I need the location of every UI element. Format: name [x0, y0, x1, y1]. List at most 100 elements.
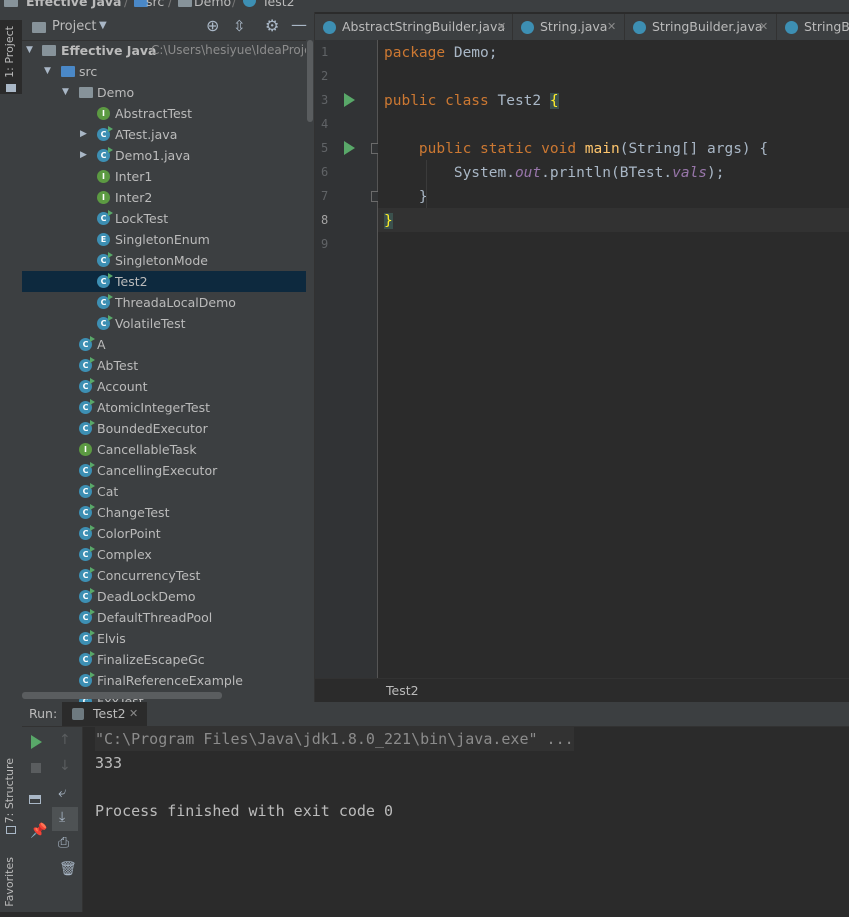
- tab-string[interactable]: String.java ✕: [513, 14, 625, 40]
- tree-item[interactable]: C AbTest: [22, 355, 306, 376]
- console-output-line: 333: [95, 754, 123, 772]
- restore-layout-button[interactable]: [22, 788, 48, 812]
- tree-item[interactable]: I AbstractTest: [22, 103, 306, 124]
- tree-item[interactable]: I CancellableTask: [22, 439, 306, 460]
- print-icon: ⎙: [58, 835, 70, 851]
- tree-item[interactable]: E SingletonEnum: [22, 229, 306, 250]
- stop-button[interactable]: [22, 756, 48, 780]
- collapsed-arrow-icon[interactable]: ▶: [80, 145, 90, 166]
- expanded-arrow-icon[interactable]: ▼: [62, 82, 72, 103]
- tab-abstract-string-builder[interactable]: AbstractStringBuilder.java ✕: [315, 14, 513, 40]
- tree-item[interactable]: C DeadLockDemo: [22, 586, 306, 607]
- pin-tab-button[interactable]: 📌: [22, 821, 48, 845]
- hide-panel-icon[interactable]: —: [291, 15, 307, 34]
- tree-src-folder[interactable]: ▼ src: [22, 61, 306, 82]
- tree-item[interactable]: C FinalizeEscapeGc: [22, 649, 306, 670]
- class-icon: C: [97, 126, 113, 141]
- tree-demo-package[interactable]: ▼ Demo: [22, 82, 306, 103]
- tree-item[interactable]: C Complex: [22, 544, 306, 565]
- code-text: );: [707, 165, 725, 181]
- tree-item[interactable]: C ChangeTest: [22, 502, 306, 523]
- tab-string-builder[interactable]: StringBuilder.java ✕: [625, 14, 777, 40]
- tree-item-label: ATest.java: [115, 127, 178, 142]
- console-toolbar: ↑ ↓ ⤶ ⤓ ⎙ 🗑: [48, 727, 83, 912]
- project-name: Effective Java: [61, 43, 157, 58]
- scroll-to-end-button[interactable]: ⤓: [52, 807, 78, 831]
- close-icon[interactable]: ✕: [607, 14, 616, 40]
- tree-item[interactable]: CA: [22, 334, 306, 355]
- tree-item-label: AbTest: [97, 358, 139, 373]
- tree-root-project[interactable]: ▼ Effective Java C:\Users\hesiyue\IdeaPr…: [22, 40, 314, 61]
- rerun-button[interactable]: [22, 730, 48, 754]
- close-icon[interactable]: ✕: [497, 14, 506, 40]
- tree-item[interactable]: C Cat: [22, 481, 306, 502]
- breadcrumb-project[interactable]: Effective Java: [26, 0, 121, 9]
- structure-tool-tab[interactable]: 7: Structure: [0, 752, 22, 842]
- tree-item[interactable]: C BoundedExecutor: [22, 418, 306, 439]
- interface-icon: I: [97, 170, 110, 183]
- expanded-arrow-icon[interactable]: ▼: [44, 61, 54, 82]
- tree-item[interactable]: C Elvis: [22, 628, 306, 649]
- project-tool-tab[interactable]: 1: Project: [0, 20, 22, 94]
- tree-item[interactable]: C FinalReferenceExample: [22, 670, 306, 691]
- code-text: System.: [384, 165, 515, 181]
- tree-item[interactable]: C VolatileTest: [22, 313, 306, 334]
- locate-icon[interactable]: ⊕: [206, 16, 219, 35]
- tree-item[interactable]: ▶ C ATest.java: [22, 124, 306, 145]
- line-number: 4: [321, 117, 329, 131]
- interface-icon: I: [97, 191, 110, 204]
- class-icon: C: [97, 252, 113, 267]
- tree-item[interactable]: C DefaultThreadPool: [22, 607, 306, 628]
- project-view-dropdown[interactable]: Project: [52, 19, 96, 34]
- close-icon[interactable]: ✕: [759, 14, 768, 40]
- tree-item[interactable]: C CancellingExecutor: [22, 460, 306, 481]
- tree-item[interactable]: I Inter2: [22, 187, 306, 208]
- tree-item-label: A: [97, 337, 106, 352]
- breadcrumb-demo[interactable]: Demo: [194, 0, 231, 9]
- tree-item[interactable]: C ColorPoint: [22, 523, 306, 544]
- tree-item-label: Demo1.java: [115, 148, 191, 163]
- tree-item[interactable]: ▶ C Demo1.java: [22, 145, 306, 166]
- breadcrumb-file[interactable]: Test2: [262, 0, 295, 9]
- pin-icon: 📌: [30, 823, 48, 839]
- chevron-down-icon[interactable]: ▼: [99, 20, 107, 31]
- console-output[interactable]: "C:\Program Files\Java\jdk1.8.0_221\bin\…: [83, 727, 849, 912]
- horizontal-scrollbar-thumb[interactable]: [22, 692, 222, 699]
- tree-item[interactable]: C Account: [22, 376, 306, 397]
- expanded-arrow-icon[interactable]: ▼: [26, 40, 36, 61]
- console-command-line[interactable]: "C:\Program Files\Java\jdk1.8.0_221\bin\…: [95, 727, 574, 751]
- up-stack-button[interactable]: ↑: [52, 730, 78, 754]
- vertical-scrollbar[interactable]: [306, 40, 314, 702]
- line-number: 6: [321, 165, 329, 179]
- tree-item[interactable]: C LockTest: [22, 208, 306, 229]
- clear-all-button[interactable]: 🗑: [52, 859, 78, 883]
- code-editor[interactable]: package Demo; public class Test2 { publi…: [378, 40, 849, 678]
- soft-wrap-button[interactable]: ⤶: [52, 782, 78, 806]
- tree-item[interactable]: C ConcurrencyTest: [22, 565, 306, 586]
- tree-item[interactable]: C Test2: [22, 271, 306, 292]
- close-icon[interactable]: ✕: [129, 707, 138, 720]
- code-text: Demo;: [445, 45, 498, 61]
- print-button[interactable]: ⎙: [52, 833, 78, 857]
- tree-item-label: ThreadaLocalDemo: [115, 295, 236, 310]
- arrow-down-icon: ↓: [59, 758, 71, 774]
- tree-item-label: AbstractTest: [115, 106, 193, 121]
- scrollbar-thumb[interactable]: [307, 40, 313, 122]
- run-class-icon[interactable]: [344, 93, 355, 107]
- down-stack-button[interactable]: ↓: [52, 756, 78, 780]
- breadcrumb-src[interactable]: src: [146, 0, 164, 9]
- tree-item[interactable]: I Inter1: [22, 166, 306, 187]
- run-main-icon[interactable]: [344, 141, 355, 155]
- collapse-all-icon[interactable]: ⇳: [233, 17, 246, 35]
- gear-icon[interactable]: ⚙: [265, 16, 279, 35]
- collapsed-arrow-icon[interactable]: ▶: [80, 124, 90, 145]
- tree-item[interactable]: C SingletonMode: [22, 250, 306, 271]
- tab-string-buffer[interactable]: StringBu: [777, 14, 849, 40]
- tree-item[interactable]: C ThreadaLocalDemo: [22, 292, 306, 313]
- favorites-tool-tab[interactable]: Favorites: [0, 857, 22, 917]
- tree-item[interactable]: C AtomicIntegerTest: [22, 397, 306, 418]
- run-tab-test2[interactable]: Test2 ✕: [62, 702, 147, 726]
- trash-icon: 🗑: [59, 861, 77, 877]
- editor-breadcrumb[interactable]: Test2: [386, 683, 419, 698]
